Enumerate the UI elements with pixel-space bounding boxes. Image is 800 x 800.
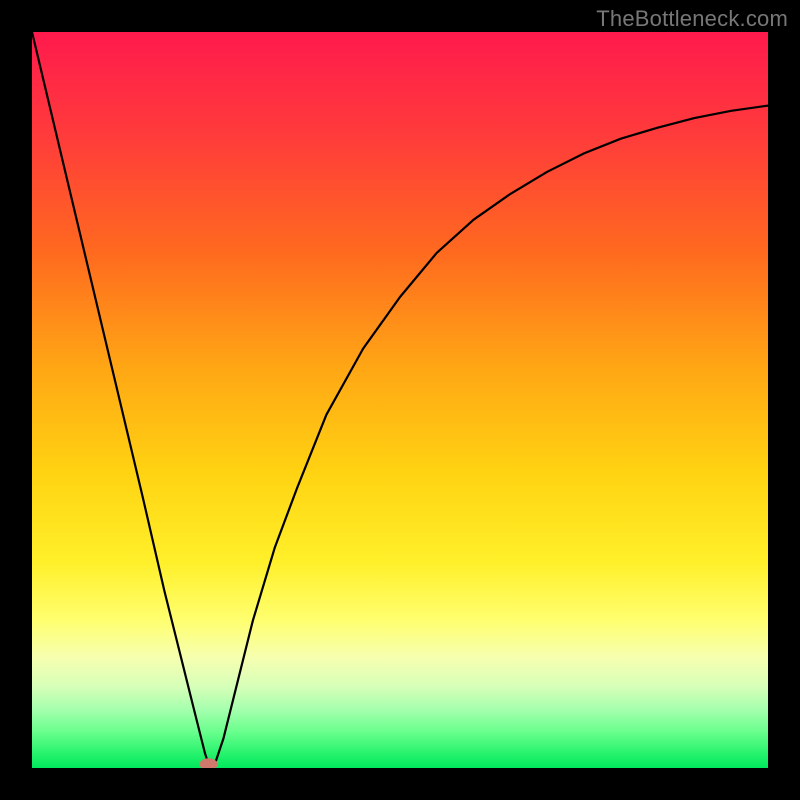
min-marker (200, 758, 218, 768)
plot-area (32, 32, 768, 768)
chart-stage: TheBottleneck.com (0, 0, 800, 800)
curve-line (32, 32, 768, 764)
chart-svg (32, 32, 768, 768)
watermark-text: TheBottleneck.com (596, 6, 788, 32)
